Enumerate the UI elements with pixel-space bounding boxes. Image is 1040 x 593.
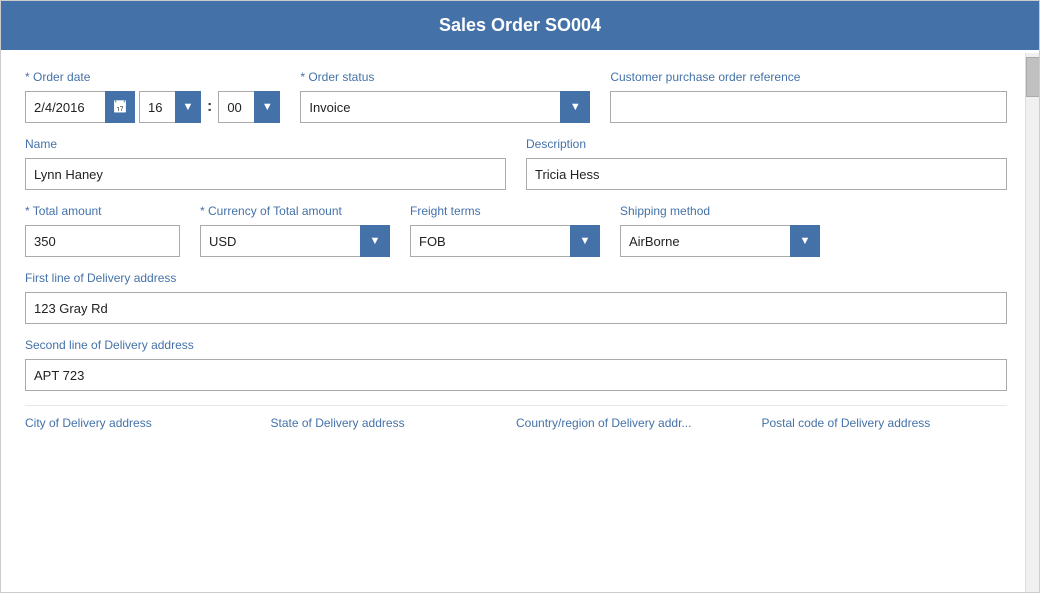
order-date-section: Order date 16 0 1 8 9 12	[25, 70, 280, 123]
country-label: Country/region of Delivery addr...	[516, 416, 762, 430]
shipping-method-select-wrap: AirBorne Ground Express Standard Overnig…	[620, 225, 820, 257]
calendar-button[interactable]	[105, 91, 135, 123]
freight-terms-label: Freight terms	[410, 204, 600, 218]
freight-terms-select[interactable]: FOB CIF EXW DDP DAP	[410, 225, 600, 257]
scrollbar-thumb[interactable]	[1026, 57, 1040, 97]
delivery-address1-label: First line of Delivery address	[25, 271, 1007, 285]
state-label: State of Delivery address	[271, 416, 517, 430]
total-amount-section: Total amount	[25, 204, 180, 257]
order-date-label: Order date	[25, 70, 280, 84]
time-minute-select-wrap: 00 15 30 45	[218, 91, 280, 123]
currency-select[interactable]: USD EUR GBP JPY CAD	[200, 225, 390, 257]
delivery-address1-section: First line of Delivery address	[25, 271, 1007, 324]
date-input-wrap	[25, 91, 135, 123]
order-status-label: Order status	[300, 70, 590, 84]
delivery-address2-section: Second line of Delivery address	[25, 338, 1007, 391]
time-minute-select[interactable]: 00 15 30 45	[218, 91, 280, 123]
delivery-address2-label: Second line of Delivery address	[25, 338, 1007, 352]
row-2: Name Description	[25, 137, 1007, 190]
description-input[interactable]	[526, 158, 1007, 190]
name-section: Name	[25, 137, 506, 190]
name-label: Name	[25, 137, 506, 151]
name-input[interactable]	[25, 158, 506, 190]
scrollbar-track[interactable]	[1025, 53, 1039, 592]
form-content: Order date 16 0 1 8 9 12	[1, 50, 1039, 592]
delivery-address1-input[interactable]	[25, 292, 1007, 324]
order-status-select[interactable]: Invoice Draft Confirmed Done Cancelled	[300, 91, 590, 123]
currency-section: Currency of Total amount USD EUR GBP JPY…	[200, 204, 390, 257]
description-section: Description	[526, 137, 1007, 190]
row-3: Total amount Currency of Total amount US…	[25, 204, 1007, 257]
delivery-address2-input[interactable]	[25, 359, 1007, 391]
description-label: Description	[526, 137, 1007, 151]
total-amount-label: Total amount	[25, 204, 180, 218]
freight-terms-select-wrap: FOB CIF EXW DDP DAP	[410, 225, 600, 257]
shipping-method-section: Shipping method AirBorne Ground Express …	[620, 204, 820, 257]
order-status-section: Order status Invoice Draft Confirmed Don…	[300, 70, 590, 123]
window-title: Sales Order SO004	[439, 15, 601, 35]
shipping-method-label: Shipping method	[620, 204, 820, 218]
time-hour-select-wrap: 16 0 1 8 9 12	[139, 91, 201, 123]
currency-select-wrap: USD EUR GBP JPY CAD	[200, 225, 390, 257]
freight-terms-section: Freight terms FOB CIF EXW DDP DAP	[410, 204, 600, 257]
currency-label: Currency of Total amount	[200, 204, 390, 218]
cpo-ref-label: Customer purchase order reference	[610, 70, 1007, 84]
cpo-ref-section: Customer purchase order reference	[610, 70, 1007, 123]
order-status-select-wrap: Invoice Draft Confirmed Done Cancelled	[300, 91, 590, 123]
city-label: City of Delivery address	[25, 416, 271, 430]
time-colon: :	[205, 91, 214, 123]
total-amount-input[interactable]	[25, 225, 180, 257]
title-bar: Sales Order SO004	[1, 1, 1039, 50]
shipping-method-select[interactable]: AirBorne Ground Express Standard Overnig…	[620, 225, 820, 257]
date-group: 16 0 1 8 9 12 : 00 15	[25, 91, 280, 123]
main-window: Sales Order SO004 Order date 16 0	[0, 0, 1040, 593]
postal-label: Postal code of Delivery address	[762, 416, 1008, 430]
bottom-labels-row: City of Delivery address State of Delive…	[25, 405, 1007, 432]
cpo-ref-input[interactable]	[610, 91, 1007, 123]
time-hour-select[interactable]: 16 0 1 8 9 12	[139, 91, 201, 123]
row-1: Order date 16 0 1 8 9 12	[25, 70, 1007, 123]
